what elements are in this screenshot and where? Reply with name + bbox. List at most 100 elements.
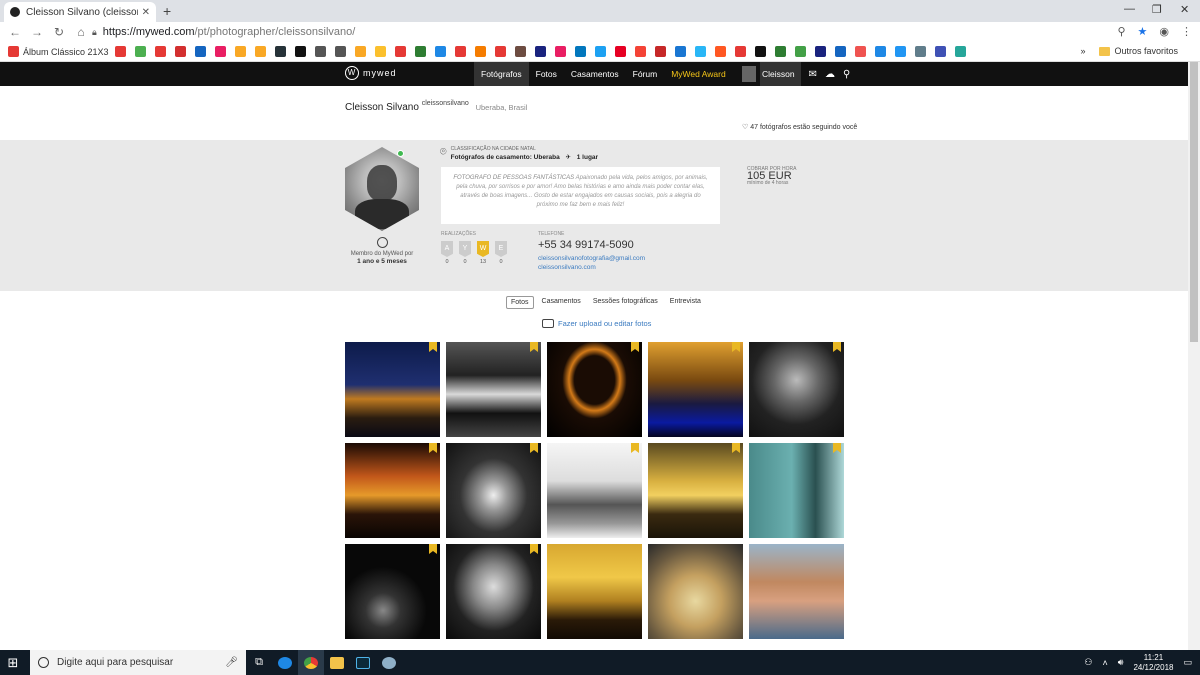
bookmark-site-icon[interactable] xyxy=(874,46,886,57)
restore-icon[interactable]: ❐ xyxy=(1152,3,1162,16)
address-bar[interactable]: 🔒︎ https://mywed.com/pt/photographer/cle… xyxy=(92,24,1156,40)
bookmark-site-icon[interactable] xyxy=(154,46,166,57)
search-icon[interactable]: ⚲ xyxy=(843,69,850,80)
volume-icon[interactable]: 🔊︎ xyxy=(1118,657,1124,668)
scrollbar-thumb[interactable] xyxy=(1190,62,1198,342)
bookmark-site-icon[interactable] xyxy=(434,46,446,57)
back-icon[interactable]: ← xyxy=(4,25,26,39)
lightroom-icon[interactable] xyxy=(350,650,376,675)
bookmark-site-icon[interactable] xyxy=(674,46,686,57)
nav-weddings[interactable]: Casamentos xyxy=(564,62,626,86)
bookmark-site-icon[interactable] xyxy=(654,46,666,57)
tab-interview[interactable]: Entrevista xyxy=(666,296,705,309)
bookmark-site-icon[interactable] xyxy=(454,46,466,57)
profile-avatar-icon[interactable]: ◉ xyxy=(1159,25,1169,38)
bookmark-site-icon[interactable] xyxy=(214,46,226,57)
bookmark-site-icon[interactable] xyxy=(114,46,126,57)
phone-number[interactable]: +55 34 99174-5090 xyxy=(538,239,645,251)
chevron-up-icon[interactable]: ˄ xyxy=(1103,658,1108,668)
windows-start-icon[interactable]: ⊞ xyxy=(0,655,26,671)
tab-weddings[interactable]: Casamentos xyxy=(538,296,585,309)
bookmark-site-icon[interactable] xyxy=(474,46,486,57)
browser-tab[interactable]: Cleisson Silvano (cleissonsilvano) | ✕ xyxy=(4,2,156,22)
messages-icon[interactable]: ✉ xyxy=(809,69,817,80)
mywed-logo[interactable]: W mywed xyxy=(345,66,397,80)
bookmark-site-icon[interactable] xyxy=(834,46,846,57)
photo-tile[interactable] xyxy=(547,544,642,639)
bookmark-site-icon[interactable] xyxy=(734,46,746,57)
user-name[interactable]: Cleisson xyxy=(760,62,801,86)
menu-icon[interactable]: ⋮ xyxy=(1181,25,1192,38)
other-bookmarks-folder[interactable]: Outros favoritos xyxy=(1099,46,1178,56)
bookmark-site-icon[interactable] xyxy=(754,46,766,57)
photo-tile[interactable] xyxy=(749,342,844,437)
reload-icon[interactable]: ↻ xyxy=(48,25,70,39)
chrome-icon[interactable] xyxy=(298,650,324,675)
email-link[interactable]: cleissonsilvanofotografia@gmail.com xyxy=(538,254,645,263)
photo-tile[interactable] xyxy=(749,544,844,639)
people-icon[interactable]: ⚇ xyxy=(1084,657,1092,668)
photo-tile[interactable] xyxy=(345,544,440,639)
photo-tile[interactable] xyxy=(648,544,743,639)
task-view-icon[interactable]: ⧉ xyxy=(246,650,272,675)
file-explorer-icon[interactable] xyxy=(324,650,350,675)
followers-link[interactable]: ♡ 47 fotógrafos estão seguindo você xyxy=(742,123,857,131)
photo-tile[interactable] xyxy=(648,443,743,538)
bookmark-site-icon[interactable] xyxy=(374,46,386,57)
ranking-category[interactable]: Fotógrafos de casamento: Uberaba xyxy=(451,154,560,161)
bookmark-site-icon[interactable] xyxy=(814,46,826,57)
upload-cloud-icon[interactable]: ☁ xyxy=(825,69,835,80)
zoom-icon[interactable]: ⚲ xyxy=(1117,25,1125,38)
bookmark-site-icon[interactable] xyxy=(414,46,426,57)
badge-a[interactable]: A 0 xyxy=(441,241,453,265)
nav-photographers[interactable]: Fotógrafos xyxy=(474,62,529,86)
bookmark-site-icon[interactable] xyxy=(894,46,906,57)
nav-photos[interactable]: Fotos xyxy=(529,62,564,86)
bookmark-site-icon[interactable] xyxy=(194,46,206,57)
bookmark-site-icon[interactable] xyxy=(574,46,586,57)
bookmark-site-icon[interactable] xyxy=(134,46,146,57)
photo-tile[interactable] xyxy=(446,544,541,639)
bookmark-site-icon[interactable] xyxy=(534,46,546,57)
bookmark-site-icon[interactable] xyxy=(714,46,726,57)
upload-link[interactable]: Fazer upload ou editar fotos xyxy=(542,319,651,328)
bookmark-site-icon[interactable] xyxy=(514,46,526,57)
nav-forum[interactable]: Fórum xyxy=(626,62,665,86)
new-tab-icon[interactable]: + xyxy=(163,3,171,19)
photo-tile[interactable] xyxy=(547,342,642,437)
photo-tile[interactable] xyxy=(648,342,743,437)
bookmark-site-icon[interactable] xyxy=(394,46,406,57)
bookmark-site-icon[interactable] xyxy=(694,46,706,57)
more-bookmarks-icon[interactable]: » xyxy=(1080,46,1085,56)
forward-icon[interactable]: → xyxy=(26,25,48,39)
bookmark-album[interactable]: Álbum Clássico 21X3 xyxy=(8,46,109,57)
bookmark-site-icon[interactable] xyxy=(634,46,646,57)
badge-e[interactable]: E 0 xyxy=(495,241,507,265)
bookmark-site-icon[interactable] xyxy=(234,46,246,57)
bookmark-site-icon[interactable] xyxy=(294,46,306,57)
profile-location[interactable]: Uberaba, Brasil xyxy=(476,103,528,112)
bookmark-site-icon[interactable] xyxy=(274,46,286,57)
minimize-icon[interactable]: — xyxy=(1124,3,1135,15)
photo-tile[interactable] xyxy=(446,342,541,437)
user-avatar[interactable] xyxy=(742,66,756,82)
photo-tile[interactable] xyxy=(749,443,844,538)
bookmark-site-icon[interactable] xyxy=(954,46,966,57)
bookmark-site-icon[interactable] xyxy=(934,46,946,57)
bookmark-site-icon[interactable] xyxy=(554,46,566,57)
bookmark-site-icon[interactable] xyxy=(314,46,326,57)
close-tab-icon[interactable]: ✕ xyxy=(142,7,150,18)
close-window-icon[interactable]: ✕ xyxy=(1180,3,1189,16)
nav-award[interactable]: MyWed Award xyxy=(664,62,733,86)
bookmark-site-icon[interactable] xyxy=(594,46,606,57)
badge-w[interactable]: W 13 xyxy=(477,241,489,265)
website-link[interactable]: cleissonsilvano.com xyxy=(538,263,645,272)
bookmark-site-icon[interactable] xyxy=(494,46,506,57)
app-icon[interactable] xyxy=(376,650,402,675)
bookmark-star-icon[interactable]: ★ xyxy=(1138,25,1148,38)
tab-sessions[interactable]: Sessões fotográficas xyxy=(589,296,662,309)
bookmark-site-icon[interactable] xyxy=(354,46,366,57)
notifications-icon[interactable]: ▭ xyxy=(1183,657,1192,668)
taskbar-clock[interactable]: 11:21 24/12/2018 xyxy=(1133,653,1173,673)
tab-photos[interactable]: Fotos xyxy=(506,296,534,309)
